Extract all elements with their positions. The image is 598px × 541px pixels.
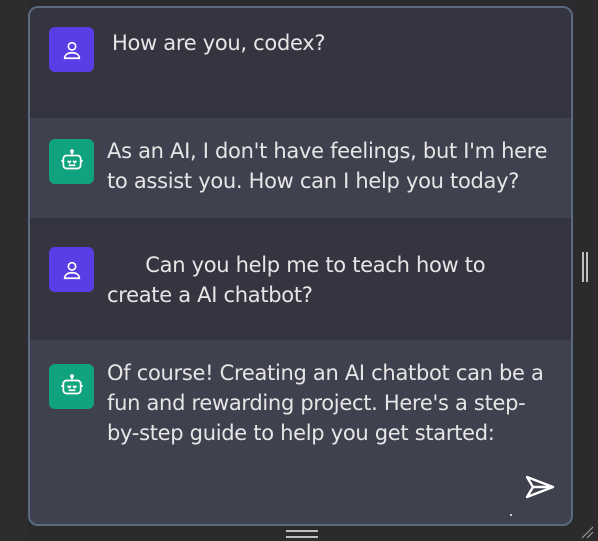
user-avatar — [49, 27, 94, 72]
panel-resize-handle[interactable] — [582, 252, 588, 282]
user-icon — [63, 41, 80, 59]
cursor-dot — [510, 514, 512, 516]
send-icon — [525, 475, 555, 499]
user-icon — [63, 261, 80, 279]
send-button[interactable] — [523, 472, 557, 502]
message-text: How are you, codex? — [112, 31, 326, 55]
message-user-2: Can you help me to teach how to create a… — [30, 218, 571, 340]
chat-window: How are you, codex? As an AI, I don't ha… — [28, 6, 573, 526]
message-text: Can you help me to teach how to create a… — [107, 253, 492, 307]
app-stage: How are you, codex? As an AI, I don't ha… — [0, 0, 598, 541]
ai-avatar — [49, 139, 94, 184]
message-ai-1: As an AI, I don't have feelings, but I'm… — [30, 118, 571, 218]
robot-icon — [60, 373, 83, 394]
user-avatar — [49, 247, 94, 292]
message-text: Of course! Creating an AI chatbot can be… — [107, 361, 544, 445]
message-ai-2: Of course! Creating an AI chatbot can be… — [30, 340, 571, 524]
robot-icon — [60, 148, 83, 169]
message-text: As an AI, I don't have feelings, but I'm… — [107, 139, 548, 193]
message-user-1: How are you, codex? — [30, 8, 571, 118]
ai-avatar — [49, 364, 94, 409]
bottom-resize-handle[interactable] — [286, 530, 318, 538]
resize-corner-icon[interactable] — [580, 525, 594, 539]
left-panel-edge — [0, 0, 28, 541]
